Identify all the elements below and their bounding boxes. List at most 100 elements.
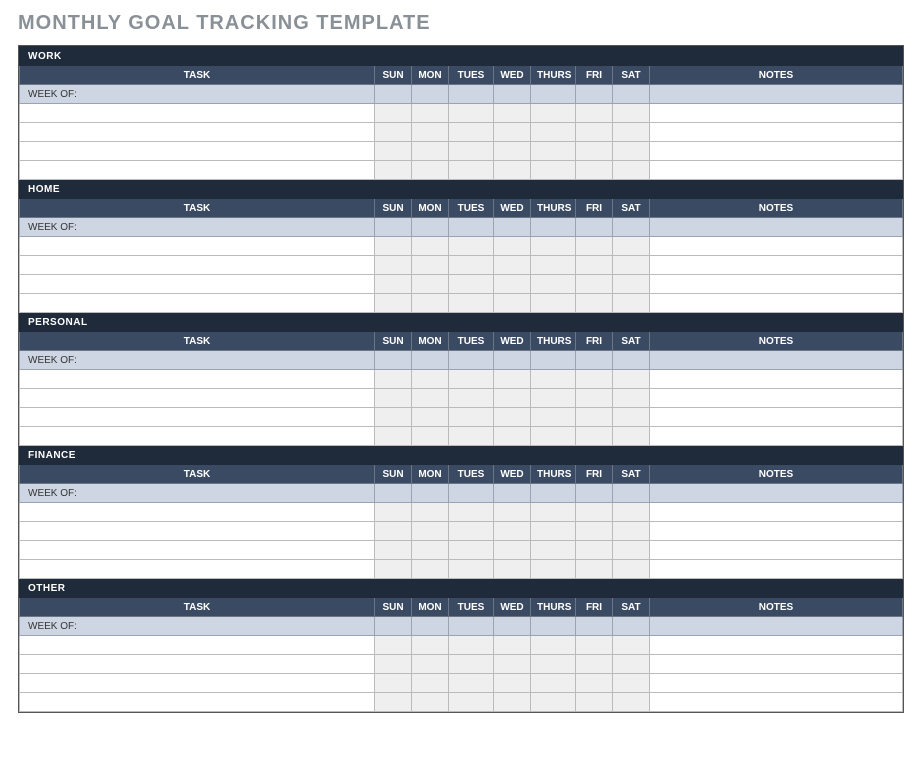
day-cell[interactable] <box>576 237 613 256</box>
task-cell[interactable] <box>20 256 375 275</box>
day-cell[interactable] <box>494 408 531 427</box>
week-of-day-cell[interactable] <box>449 484 494 503</box>
day-cell[interactable] <box>531 541 576 560</box>
day-cell[interactable] <box>494 123 531 142</box>
week-of-day-cell[interactable] <box>576 484 613 503</box>
day-cell[interactable] <box>576 427 613 446</box>
day-cell[interactable] <box>576 256 613 275</box>
week-of-notes-cell[interactable] <box>650 484 903 503</box>
day-cell[interactable] <box>449 503 494 522</box>
day-cell[interactable] <box>613 256 650 275</box>
day-cell[interactable] <box>613 389 650 408</box>
week-of-day-cell[interactable] <box>494 617 531 636</box>
day-cell[interactable] <box>531 123 576 142</box>
day-cell[interactable] <box>494 104 531 123</box>
day-cell[interactable] <box>375 275 412 294</box>
day-cell[interactable] <box>531 370 576 389</box>
week-of-notes-cell[interactable] <box>650 218 903 237</box>
task-cell[interactable] <box>20 560 375 579</box>
day-cell[interactable] <box>494 294 531 313</box>
week-of-day-cell[interactable] <box>412 351 449 370</box>
day-cell[interactable] <box>449 237 494 256</box>
task-cell[interactable] <box>20 636 375 655</box>
day-cell[interactable] <box>494 636 531 655</box>
day-cell[interactable] <box>375 123 412 142</box>
day-cell[interactable] <box>375 408 412 427</box>
day-cell[interactable] <box>576 104 613 123</box>
day-cell[interactable] <box>375 427 412 446</box>
day-cell[interactable] <box>449 104 494 123</box>
notes-cell[interactable] <box>650 560 903 579</box>
day-cell[interactable] <box>494 256 531 275</box>
task-cell[interactable] <box>20 408 375 427</box>
week-of-day-cell[interactable] <box>449 85 494 104</box>
day-cell[interactable] <box>449 560 494 579</box>
week-of-label[interactable]: WEEK OF: <box>20 484 375 503</box>
week-of-day-cell[interactable] <box>494 484 531 503</box>
day-cell[interactable] <box>494 427 531 446</box>
day-cell[interactable] <box>375 503 412 522</box>
day-cell[interactable] <box>375 294 412 313</box>
day-cell[interactable] <box>531 256 576 275</box>
week-of-day-cell[interactable] <box>494 85 531 104</box>
notes-cell[interactable] <box>650 674 903 693</box>
day-cell[interactable] <box>449 294 494 313</box>
day-cell[interactable] <box>449 674 494 693</box>
week-of-day-cell[interactable] <box>494 218 531 237</box>
day-cell[interactable] <box>613 427 650 446</box>
day-cell[interactable] <box>375 541 412 560</box>
day-cell[interactable] <box>531 522 576 541</box>
day-cell[interactable] <box>412 123 449 142</box>
week-of-day-cell[interactable] <box>613 484 650 503</box>
day-cell[interactable] <box>613 522 650 541</box>
day-cell[interactable] <box>412 655 449 674</box>
day-cell[interactable] <box>576 370 613 389</box>
day-cell[interactable] <box>531 275 576 294</box>
notes-cell[interactable] <box>650 655 903 674</box>
day-cell[interactable] <box>531 427 576 446</box>
task-cell[interactable] <box>20 237 375 256</box>
week-of-day-cell[interactable] <box>449 351 494 370</box>
day-cell[interactable] <box>412 693 449 712</box>
notes-cell[interactable] <box>650 294 903 313</box>
day-cell[interactable] <box>531 161 576 180</box>
day-cell[interactable] <box>613 560 650 579</box>
task-cell[interactable] <box>20 522 375 541</box>
day-cell[interactable] <box>412 161 449 180</box>
day-cell[interactable] <box>412 275 449 294</box>
week-of-day-cell[interactable] <box>375 617 412 636</box>
day-cell[interactable] <box>375 522 412 541</box>
notes-cell[interactable] <box>650 522 903 541</box>
day-cell[interactable] <box>576 408 613 427</box>
day-cell[interactable] <box>375 389 412 408</box>
week-of-notes-cell[interactable] <box>650 617 903 636</box>
notes-cell[interactable] <box>650 142 903 161</box>
day-cell[interactable] <box>531 503 576 522</box>
notes-cell[interactable] <box>650 693 903 712</box>
task-cell[interactable] <box>20 294 375 313</box>
day-cell[interactable] <box>375 104 412 123</box>
day-cell[interactable] <box>613 408 650 427</box>
day-cell[interactable] <box>449 161 494 180</box>
week-of-label[interactable]: WEEK OF: <box>20 218 375 237</box>
day-cell[interactable] <box>375 636 412 655</box>
day-cell[interactable] <box>449 541 494 560</box>
day-cell[interactable] <box>412 541 449 560</box>
day-cell[interactable] <box>531 142 576 161</box>
week-of-day-cell[interactable] <box>412 617 449 636</box>
day-cell[interactable] <box>449 636 494 655</box>
day-cell[interactable] <box>494 522 531 541</box>
day-cell[interactable] <box>531 674 576 693</box>
day-cell[interactable] <box>576 522 613 541</box>
day-cell[interactable] <box>412 560 449 579</box>
week-of-day-cell[interactable] <box>531 85 576 104</box>
day-cell[interactable] <box>531 389 576 408</box>
day-cell[interactable] <box>412 256 449 275</box>
week-of-day-cell[interactable] <box>576 351 613 370</box>
day-cell[interactable] <box>449 693 494 712</box>
day-cell[interactable] <box>449 275 494 294</box>
notes-cell[interactable] <box>650 275 903 294</box>
day-cell[interactable] <box>613 655 650 674</box>
week-of-label[interactable]: WEEK OF: <box>20 351 375 370</box>
day-cell[interactable] <box>494 142 531 161</box>
